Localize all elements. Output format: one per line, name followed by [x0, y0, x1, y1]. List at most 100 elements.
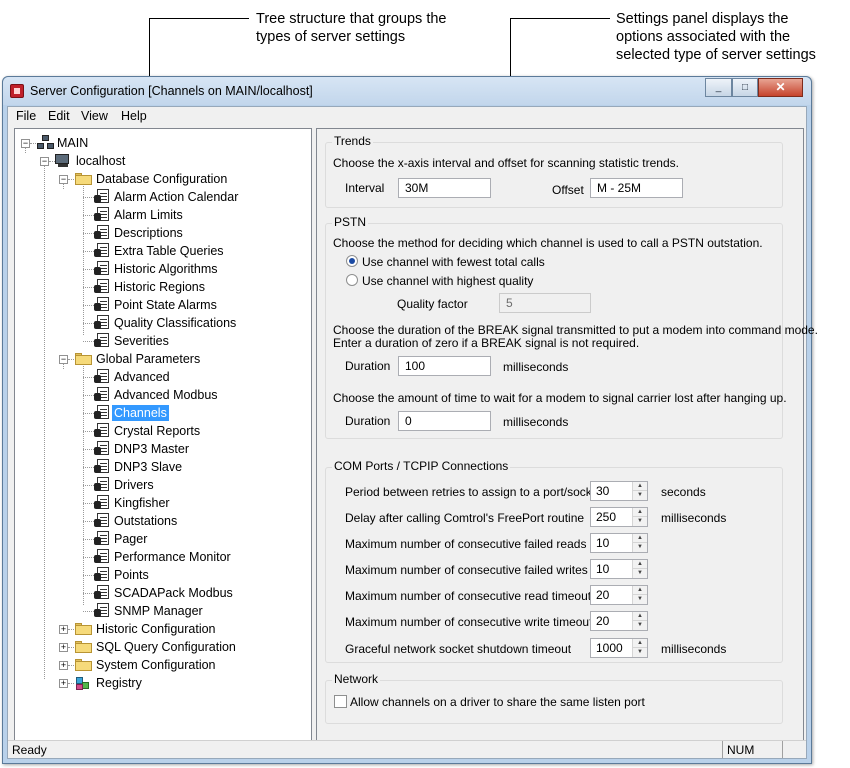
spin-up-icon[interactable]: ▲: [633, 508, 647, 517]
break-duration-input[interactable]: 100: [398, 356, 491, 376]
tree-connector: [83, 323, 94, 324]
tree-connector: [83, 575, 94, 576]
com-row-value[interactable]: 1000: [596, 641, 623, 655]
spin-up-icon[interactable]: ▲: [633, 612, 647, 621]
tree-item-dnp3-master[interactable]: DNP3 Master: [83, 441, 303, 457]
tree-item-label: Channels: [112, 405, 169, 421]
callout-tree-leader-h: [149, 18, 249, 19]
tree-item-pager[interactable]: Pager: [83, 531, 303, 547]
fewest-calls-radio[interactable]: [346, 255, 358, 267]
tree-item-outstations[interactable]: Outstations: [83, 513, 303, 529]
tree-item-snmp-manager[interactable]: SNMP Manager: [83, 603, 303, 619]
quality-factor-input[interactable]: 5: [499, 293, 591, 313]
highest-quality-radio[interactable]: [346, 274, 358, 286]
tree-item-kingfisher[interactable]: Kingfisher: [83, 495, 303, 511]
title-bar[interactable]: Server Configuration [Channels on MAIN/l…: [3, 77, 811, 105]
tree-item-severities[interactable]: Severities: [83, 333, 303, 349]
menu-help[interactable]: Help: [121, 109, 147, 123]
tree-item-historic-regions[interactable]: Historic Regions: [83, 279, 303, 295]
spin-up-icon[interactable]: ▲: [633, 586, 647, 595]
expand-toggle[interactable]: +: [59, 643, 68, 652]
expand-toggle[interactable]: +: [59, 661, 68, 670]
minimize-button[interactable]: _: [705, 78, 732, 97]
settings-page-icon: [94, 567, 110, 582]
com-row-spinner[interactable]: 10 ▲ ▼: [590, 533, 648, 553]
tree-item-point-state-alarms[interactable]: Point State Alarms: [83, 297, 303, 313]
tree-item-advanced[interactable]: Advanced: [83, 369, 303, 385]
menu-bar: File Edit View Help: [8, 107, 806, 126]
collapse-toggle[interactable]: −: [59, 175, 68, 184]
tree-node-global-parameters[interactable]: − Global Parameters: [55, 351, 305, 367]
share-listen-port-label[interactable]: Allow channels on a driver to share the …: [350, 695, 645, 709]
tree-item-dnp3-slave[interactable]: DNP3 Slave: [83, 459, 303, 475]
com-row-value[interactable]: 20: [596, 588, 609, 602]
tree-item-alarm-limits[interactable]: Alarm Limits: [83, 207, 303, 223]
com-row-value[interactable]: 10: [596, 562, 609, 576]
com-row-spinner[interactable]: 30 ▲ ▼: [590, 481, 648, 501]
com-row-value[interactable]: 30: [596, 484, 609, 498]
callout-settings: Settings panel displays the options asso…: [616, 10, 816, 64]
tree-item-historic-algorithms[interactable]: Historic Algorithms: [83, 261, 303, 277]
tree-connector: [83, 449, 94, 450]
share-listen-port-checkbox[interactable]: [334, 695, 347, 708]
tree-item-crystal-reports[interactable]: Crystal Reports: [83, 423, 303, 439]
spin-up-icon[interactable]: ▲: [633, 482, 647, 491]
menu-file[interactable]: File: [16, 109, 36, 123]
tree-item-quality-classifications[interactable]: Quality Classifications: [83, 315, 303, 331]
spin-up-icon[interactable]: ▲: [633, 560, 647, 569]
offset-input[interactable]: M - 25M: [590, 178, 683, 198]
tree-node-sql-query-configuration[interactable]: + SQL Query Configuration: [55, 639, 305, 655]
window-client-area: File Edit View Help − MAIN − localhost −…: [7, 106, 818, 759]
collapse-toggle[interactable]: −: [40, 157, 49, 166]
com-row-spinner[interactable]: 1000 ▲ ▼: [590, 638, 648, 658]
tree-node-main[interactable]: − MAIN: [19, 135, 299, 151]
tree-item-label: Extra Table Queries: [114, 244, 224, 258]
collapse-toggle[interactable]: −: [21, 139, 30, 148]
tree-item-points[interactable]: Points: [83, 567, 303, 583]
carrier-duration-input[interactable]: 0: [398, 411, 491, 431]
close-button[interactable]: ✕: [758, 78, 803, 97]
com-row-spinner[interactable]: 20 ▲ ▼: [590, 585, 648, 605]
com-row-value[interactable]: 20: [596, 614, 609, 628]
expand-toggle[interactable]: +: [59, 679, 68, 688]
tree-node-localhost[interactable]: − localhost: [36, 153, 296, 169]
spin-down-icon[interactable]: ▼: [633, 621, 647, 630]
spin-down-icon[interactable]: ▼: [633, 491, 647, 500]
spin-down-icon[interactable]: ▼: [633, 595, 647, 604]
tree-node-system-configuration[interactable]: + System Configuration: [55, 657, 305, 673]
highest-quality-label[interactable]: Use channel with highest quality: [362, 274, 533, 288]
menu-edit[interactable]: Edit: [48, 109, 70, 123]
spin-up-icon[interactable]: ▲: [633, 639, 647, 648]
folder-icon: [75, 353, 92, 365]
settings-tree[interactable]: − MAIN − localhost − Database Configurat…: [14, 128, 312, 743]
tree-item-drivers[interactable]: Drivers: [83, 477, 303, 493]
spin-up-icon[interactable]: ▲: [633, 534, 647, 543]
expand-toggle[interactable]: +: [59, 625, 68, 634]
break-duration-unit: milliseconds: [503, 360, 569, 374]
tree-item-advanced-modbus[interactable]: Advanced Modbus: [83, 387, 303, 403]
menu-view[interactable]: View: [81, 109, 108, 123]
com-row-value[interactable]: 250: [596, 510, 616, 524]
com-row-spinner[interactable]: 20 ▲ ▼: [590, 611, 648, 631]
tree-item-alarm-action-calendar[interactable]: Alarm Action Calendar: [83, 189, 303, 205]
collapse-toggle[interactable]: −: [59, 355, 68, 364]
com-row-spinner[interactable]: 10 ▲ ▼: [590, 559, 648, 579]
spin-down-icon[interactable]: ▼: [633, 648, 647, 657]
tree-node-registry[interactable]: + Registry: [55, 675, 305, 691]
com-row-spinner[interactable]: 250 ▲ ▼: [590, 507, 648, 527]
spin-down-icon[interactable]: ▼: [633, 569, 647, 578]
spin-down-icon[interactable]: ▼: [633, 517, 647, 526]
tree-item-extra-table-queries[interactable]: Extra Table Queries: [83, 243, 303, 259]
tree-item-channels[interactable]: Channels: [83, 405, 303, 421]
fewest-calls-label[interactable]: Use channel with fewest total calls: [362, 255, 545, 269]
tree-item-descriptions[interactable]: Descriptions: [83, 225, 303, 241]
spin-down-icon[interactable]: ▼: [633, 543, 647, 552]
interval-input[interactable]: 30M: [398, 178, 491, 198]
com-row-value[interactable]: 10: [596, 536, 609, 550]
tree-node-historic-configuration[interactable]: + Historic Configuration: [55, 621, 305, 637]
tree-item-scadapack-modbus[interactable]: SCADAPack Modbus: [83, 585, 303, 601]
status-cell: [782, 741, 810, 758]
tree-node-database-configuration[interactable]: − Database Configuration: [55, 171, 305, 187]
tree-item-performance-monitor[interactable]: Performance Monitor: [83, 549, 303, 565]
maximize-button[interactable]: □: [732, 78, 758, 97]
